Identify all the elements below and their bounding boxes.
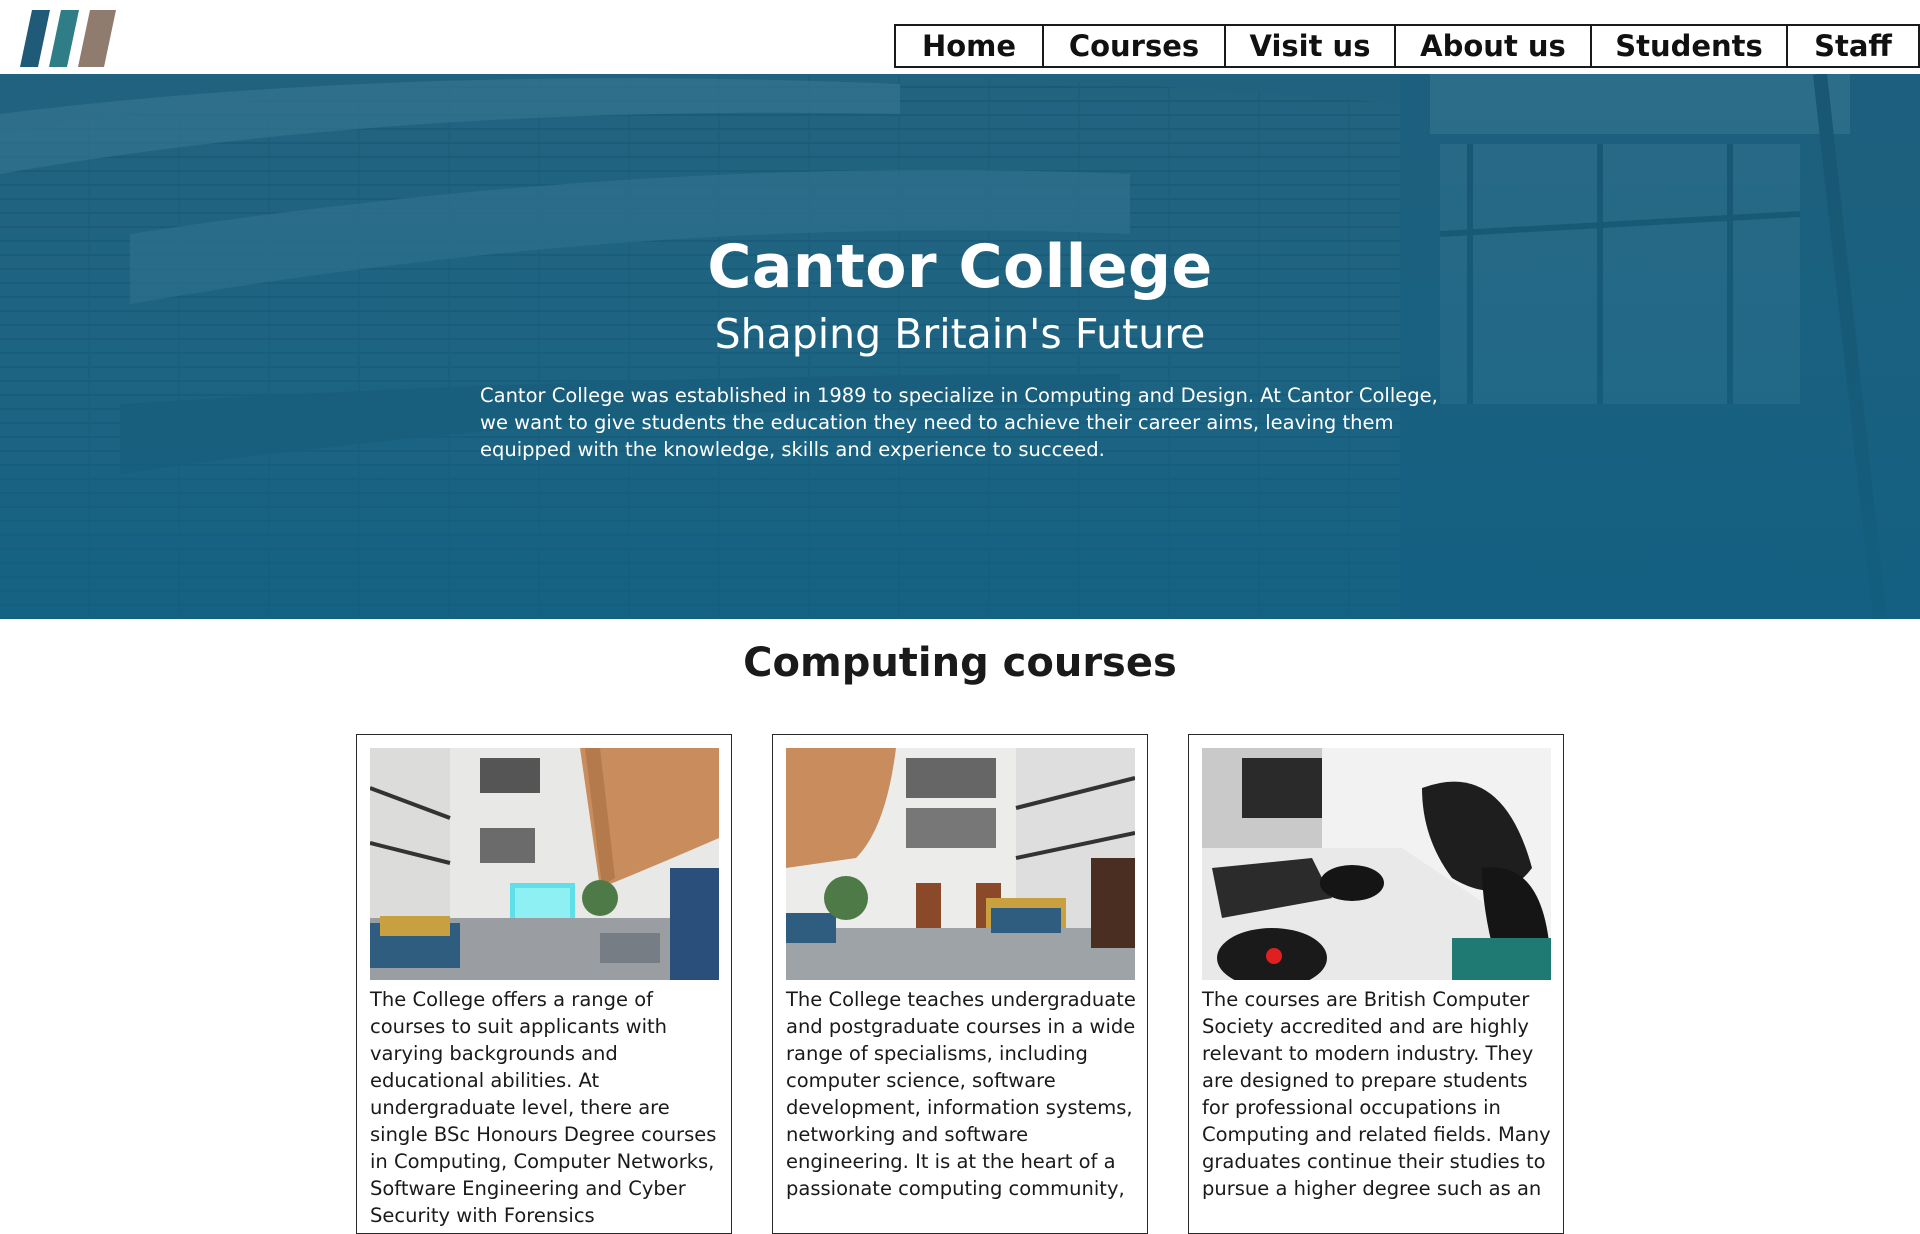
nav-courses[interactable]: Courses bbox=[1044, 24, 1226, 68]
hero-subtitle: Shaping Britain's Future bbox=[714, 310, 1206, 358]
course-card-text: The College teaches undergraduate and po… bbox=[786, 988, 1136, 1200]
nav-staff[interactable]: Staff bbox=[1788, 24, 1920, 68]
hero-banner: Cantor College Shaping Britain's Future … bbox=[0, 74, 1920, 619]
course-card: The courses are British Computer Society… bbox=[1188, 734, 1564, 1234]
nav-students[interactable]: Students bbox=[1592, 24, 1788, 68]
gaming-desk-photo bbox=[1202, 748, 1551, 980]
course-card: The College teaches undergraduate and po… bbox=[772, 734, 1148, 1234]
hero-intro-text: Cantor College was established in 1989 t… bbox=[480, 384, 1438, 461]
hero-title: Cantor College bbox=[707, 232, 1213, 302]
site-header: Home Courses Visit us About us Students … bbox=[0, 0, 1920, 74]
course-card-text: The courses are British Computer Society… bbox=[1202, 988, 1551, 1200]
section-title: Computing courses bbox=[743, 640, 1177, 686]
course-card: The College offers a range of courses to… bbox=[356, 734, 732, 1234]
nav-about-us[interactable]: About us bbox=[1396, 24, 1592, 68]
college-logo-icon[interactable] bbox=[18, 9, 122, 69]
atrium-hall-photo bbox=[786, 748, 1135, 980]
course-card-text: The College offers a range of courses to… bbox=[370, 988, 717, 1227]
nav-home[interactable]: Home bbox=[894, 24, 1044, 68]
atrium-with-screen-photo bbox=[370, 748, 719, 980]
main-nav: Home Courses Visit us About us Students … bbox=[894, 24, 1920, 68]
nav-visit-us[interactable]: Visit us bbox=[1226, 24, 1396, 68]
